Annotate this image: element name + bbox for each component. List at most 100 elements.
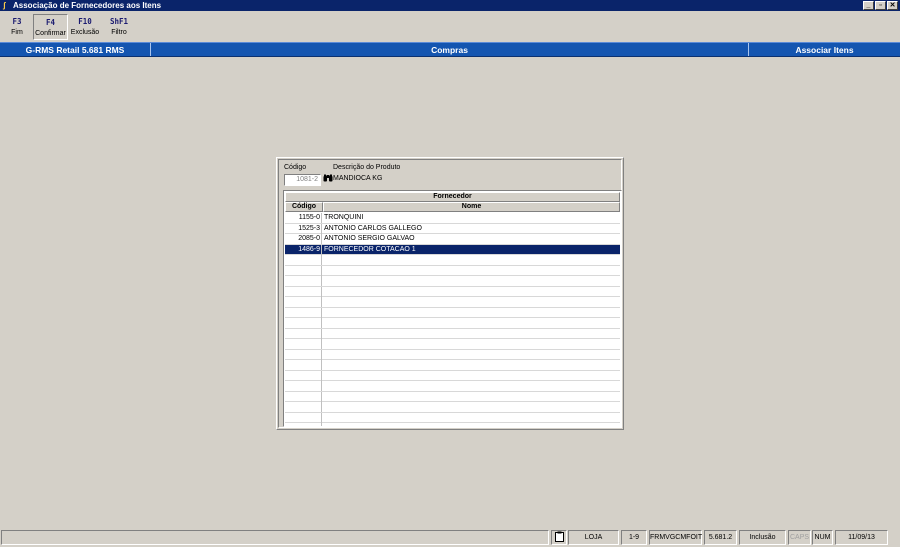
empty-cell-codigo xyxy=(285,381,322,391)
empty-cell-nome xyxy=(323,423,620,426)
empty-table-row[interactable] xyxy=(285,328,620,339)
empty-cell-codigo xyxy=(285,423,322,426)
supplier-grid[interactable]: Fornecedor Código Nome 1155-0 TRONQUINI 15… xyxy=(283,190,622,427)
f10-action-label: Exclusão xyxy=(70,29,100,36)
empty-cell-nome xyxy=(323,297,620,307)
f4-confirmar-button[interactable]: F4 Confirmar xyxy=(33,14,68,40)
empty-table-row[interactable] xyxy=(285,339,620,350)
empty-table-row[interactable] xyxy=(285,360,620,371)
status-message-pane xyxy=(1,530,549,545)
f10-key-label: F10 xyxy=(78,17,92,26)
f10-exclusao-button[interactable]: F10 Exclusão xyxy=(69,14,101,40)
shf1-filtro-button[interactable]: ShF1 Filtro xyxy=(103,14,135,40)
empty-table-row[interactable] xyxy=(285,391,620,402)
function-key-toolbar: F3 Fim F4 Confirmar F10 Exclusão ShF1 Fi… xyxy=(0,12,900,41)
empty-cell-nome xyxy=(323,276,620,286)
empty-cell-nome xyxy=(323,350,620,360)
status-bar: LOJA 1-9 FRMVGCMFOIT 5.681.2 Inclusão CA… xyxy=(0,529,900,547)
empty-table-row[interactable] xyxy=(285,286,620,297)
empty-table-row[interactable] xyxy=(285,412,620,423)
empty-table-row[interactable] xyxy=(285,370,620,381)
cell-codigo: 2085-0 xyxy=(285,234,322,244)
module-name: Compras xyxy=(431,45,468,55)
f3-fim-button[interactable]: F3 Fim xyxy=(2,14,32,40)
restore-button[interactable]: ▫ xyxy=(875,1,886,10)
table-row[interactable]: 1155-0 TRONQUINI xyxy=(285,213,620,224)
cell-codigo: 1525-3 xyxy=(285,223,322,234)
f4-key-label: F4 xyxy=(45,18,56,27)
column-header-codigo[interactable]: Código xyxy=(285,202,323,212)
status-caps: CAPS xyxy=(788,530,811,545)
empty-cell-nome xyxy=(323,318,620,328)
clipboard-icon[interactable] xyxy=(551,530,567,545)
empty-table-row[interactable] xyxy=(285,318,620,329)
empty-table-row[interactable] xyxy=(285,276,620,287)
empty-cell-nome xyxy=(323,371,620,381)
panel-inner-frame: Código Descrição do Produto 1081-2 MANDI… xyxy=(278,159,622,428)
empty-cell-nome xyxy=(323,392,620,402)
clipboard-glyph xyxy=(554,531,564,542)
cell-nome: FORNECEDOR COTACAO 1 xyxy=(324,245,416,253)
column-header-nome[interactable]: Nome xyxy=(323,202,620,212)
cell-codigo: 1155-0 xyxy=(285,213,322,223)
empty-cell-codigo xyxy=(285,339,322,349)
status-form: FRMVGCMFOIT xyxy=(649,530,702,545)
empty-cell-nome xyxy=(323,266,620,276)
f3-action-label: Fim xyxy=(11,29,23,36)
empty-cell-codigo xyxy=(285,370,322,381)
empty-table-row[interactable] xyxy=(285,402,620,413)
empty-cell-nome xyxy=(323,255,620,265)
empty-table-row[interactable] xyxy=(285,307,620,318)
window-controls: _ ▫ ✕ xyxy=(862,1,898,10)
empty-cell-nome xyxy=(323,402,620,412)
codigo-label: Código xyxy=(284,164,307,171)
empty-table-row[interactable] xyxy=(285,381,620,392)
empty-table-row[interactable] xyxy=(285,265,620,276)
descricao-label: Descrição do Produto xyxy=(333,164,401,171)
shf1-key-label: ShF1 xyxy=(109,17,129,26)
empty-cell-codigo xyxy=(285,255,322,265)
status-page: 1-9 xyxy=(621,530,647,545)
empty-cell-codigo xyxy=(285,391,322,402)
window-title: Associação de Fornecedores aos Itens xyxy=(13,1,162,10)
empty-cell-nome xyxy=(323,329,620,339)
table-row[interactable]: 1486-9 FORNECEDOR COTACAO 1 xyxy=(285,244,620,255)
empty-table-row[interactable] xyxy=(285,255,620,266)
cell-nome: ANTONIO SERGIO GALVAO xyxy=(324,235,415,242)
codigo-input[interactable]: 1081-2 xyxy=(284,174,321,186)
shf1-action-label: Filtro xyxy=(111,29,127,36)
minimize-button[interactable]: _ xyxy=(863,1,874,10)
close-button[interactable]: ✕ xyxy=(887,1,898,10)
empty-cell-codigo xyxy=(285,349,322,360)
cell-codigo: 1486-9 xyxy=(285,244,322,255)
status-version: 5.681.2 xyxy=(704,530,737,545)
empty-cell-codigo xyxy=(285,402,322,412)
status-num: NUM xyxy=(812,530,833,545)
title-bar: ʃ Associação de Fornecedores aos Itens _… xyxy=(0,0,900,11)
table-row[interactable]: 1525-3 ANTONIO CARLOS GALLEGO xyxy=(285,223,620,234)
empty-cell-codigo xyxy=(285,412,322,423)
info-bar: G-RMS Retail 5.681 RMS Compras Associar … xyxy=(0,42,900,57)
grid-body: 1155-0 TRONQUINI 1525-3 ANTONIO CARLOS GALL… xyxy=(285,213,620,426)
empty-cell-nome xyxy=(323,287,620,297)
cell-nome: TRONQUINI xyxy=(324,214,364,221)
empty-cell-codigo xyxy=(285,307,322,318)
descricao-value: MANDIOCA KG xyxy=(333,175,383,182)
grid-group-header: Fornecedor xyxy=(285,192,620,202)
empty-cell-nome xyxy=(323,381,620,391)
binoculars-glyph xyxy=(323,174,332,182)
empty-cell-codigo xyxy=(285,276,322,286)
f4-action-label: Confirmar xyxy=(35,30,66,37)
table-row[interactable]: 2085-0 ANTONIO SERGIO GALVAO xyxy=(285,234,620,245)
empty-table-row[interactable] xyxy=(285,423,620,426)
empty-cell-codigo xyxy=(285,328,322,339)
empty-cell-codigo xyxy=(285,286,322,297)
status-date: 11/09/13 xyxy=(835,530,888,545)
app-icon: ʃ xyxy=(3,1,6,10)
empty-cell-nome xyxy=(323,308,620,318)
empty-cell-codigo xyxy=(285,265,322,276)
empty-table-row[interactable] xyxy=(285,349,620,360)
binoculars-icon[interactable] xyxy=(322,174,333,186)
empty-cell-nome xyxy=(323,413,620,423)
empty-table-row[interactable] xyxy=(285,297,620,308)
